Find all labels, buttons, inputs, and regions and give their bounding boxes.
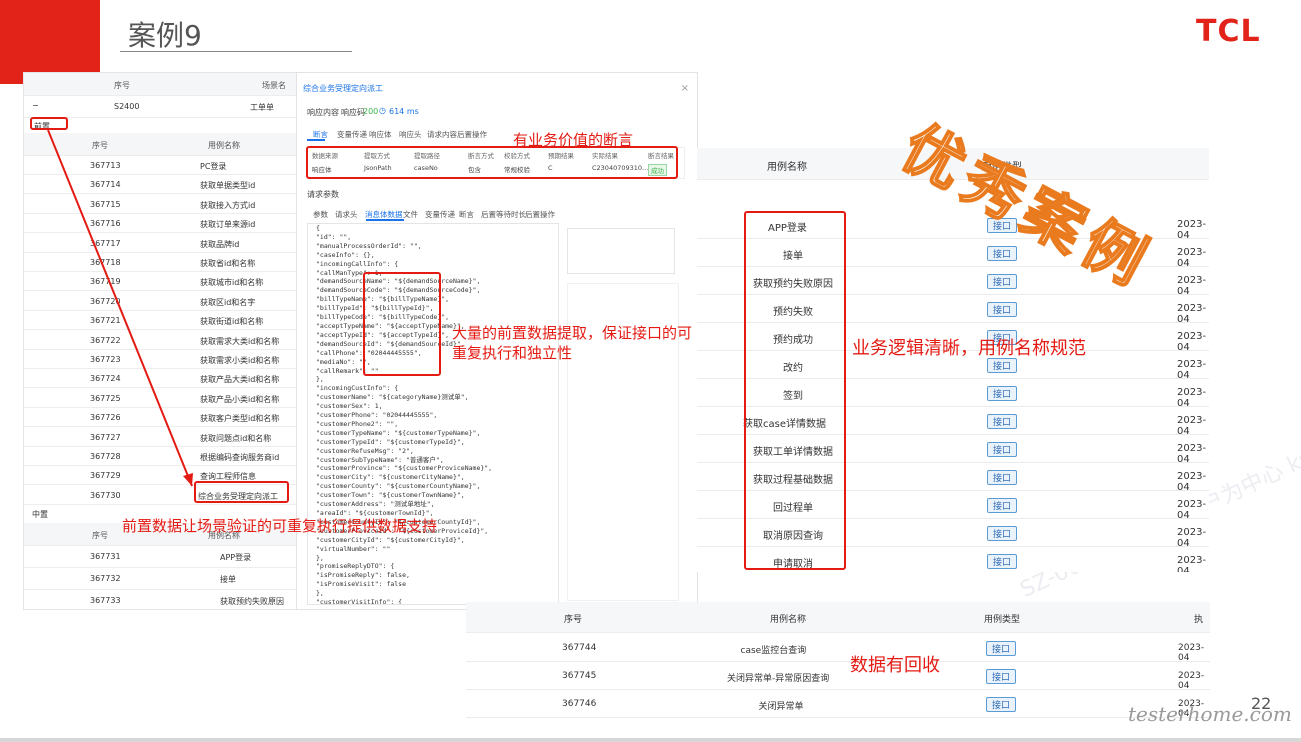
pre-data-note-line2: 重复执行和独立性 <box>452 344 573 362</box>
arrow-line <box>47 129 193 487</box>
scene-note: 前置数据让场景验证的可重复执行提供数据支持 <box>122 517 438 535</box>
pre-data-note-line1: 大量的前置数据提取，保证接口的可 <box>452 324 693 342</box>
arrow-head-icon <box>183 473 193 486</box>
assert-note: 有业务价值的断言 <box>513 131 634 149</box>
slide-bottom-border <box>0 738 1301 742</box>
page-number: 22 <box>1251 694 1272 713</box>
logic-note: 业务逻辑清晰，用例名称规范 <box>852 338 1086 359</box>
pointer-arrow <box>47 129 193 487</box>
recycle-note: 数据有回收 <box>850 655 940 676</box>
